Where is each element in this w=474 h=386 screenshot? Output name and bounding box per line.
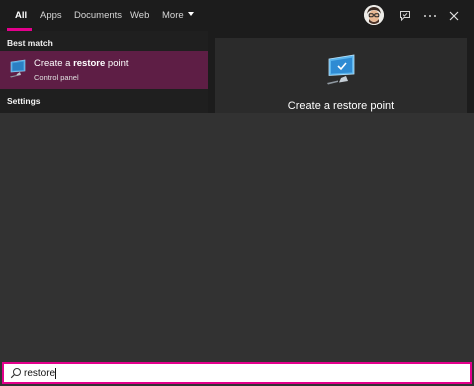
search-input[interactable] <box>24 365 454 382</box>
search-box[interactable] <box>2 362 472 384</box>
result-title: Create a restore point <box>34 58 129 69</box>
preview-title: Create a restore point <box>287 100 395 112</box>
result-title-suffix: point <box>105 58 129 69</box>
settings-heading: Settings <box>7 96 41 106</box>
result-title-match: restore <box>73 58 106 69</box>
search-icon <box>10 368 21 379</box>
tab-documents[interactable]: Documents <box>74 0 122 31</box>
result-subtitle: Control panel <box>34 73 79 82</box>
best-match-heading: Best match <box>7 38 53 48</box>
tab-apps[interactable]: Apps <box>40 0 62 31</box>
best-match-result[interactable] <box>0 51 208 89</box>
more-options-button[interactable] <box>418 0 442 31</box>
feedback-button[interactable] <box>393 0 417 31</box>
feedback-icon <box>400 10 410 21</box>
search-top-bar: All Apps Documents Web More <box>0 0 474 31</box>
tab-more-label: More <box>162 10 184 21</box>
computer-check-icon <box>327 54 355 85</box>
close-button[interactable] <box>442 0 466 31</box>
computer-check-icon <box>10 59 26 78</box>
more-options-icon <box>424 14 436 17</box>
result-title-prefix: Create a <box>34 58 74 69</box>
close-icon <box>449 11 459 20</box>
tab-more[interactable]: More <box>162 0 194 31</box>
user-avatar[interactable] <box>364 5 384 25</box>
tab-web[interactable]: Web <box>130 0 149 31</box>
tab-all[interactable]: All <box>15 0 27 31</box>
text-cursor <box>55 368 56 379</box>
chevron-down-icon <box>187 12 194 17</box>
